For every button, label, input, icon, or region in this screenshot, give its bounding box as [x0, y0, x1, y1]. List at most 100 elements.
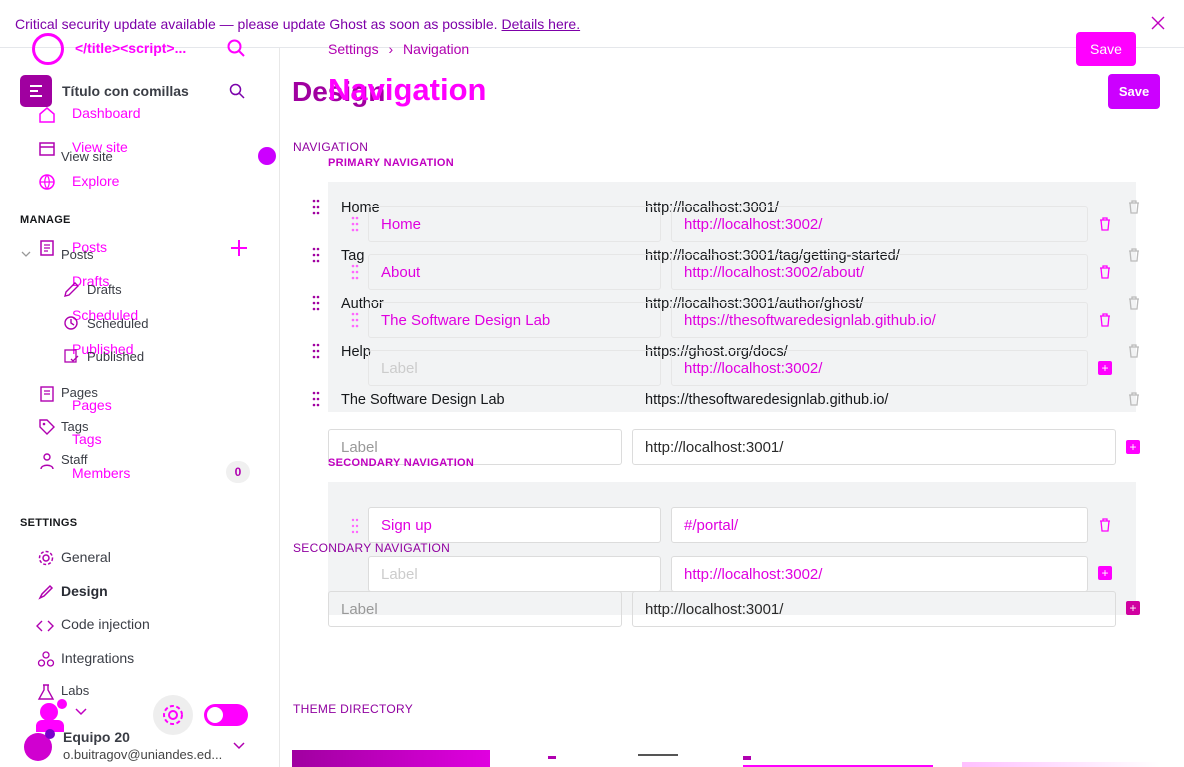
drag-handle-icon[interactable] — [351, 216, 359, 232]
trash-icon[interactable] — [1128, 296, 1140, 310]
secondary-item-label-input[interactable]: Sign up — [368, 507, 661, 543]
site-icon — [20, 75, 52, 107]
theme-thumbnail[interactable] — [292, 750, 490, 767]
theme-toggle[interactable] — [204, 704, 248, 726]
primary-item-label[interactable]: Tag — [341, 248, 364, 264]
trash-icon[interactable] — [1099, 313, 1111, 327]
drag-handle-icon[interactable] — [312, 295, 320, 311]
add-primary-item-button[interactable]: + — [1126, 440, 1140, 454]
close-icon[interactable] — [1151, 16, 1165, 30]
code-icon — [36, 617, 54, 635]
add-secondary-item-button[interactable]: + — [1126, 601, 1140, 615]
avatar-dot — [57, 699, 67, 709]
nav-posts[interactable]: Posts — [61, 247, 94, 262]
breadcrumb-separator: › — [388, 41, 394, 57]
theme-thumbnail[interactable] — [743, 750, 933, 767]
drag-handle-icon[interactable] — [312, 247, 320, 263]
drag-handle-icon[interactable] — [351, 312, 359, 328]
trash-icon[interactable] — [1128, 392, 1140, 406]
site-title[interactable]: Título con comillas — [62, 83, 189, 99]
secondary-new-url-input[interactable]: http://localhost:3001/ — [632, 591, 1116, 627]
drag-handle-icon[interactable] — [312, 199, 320, 215]
overlay-primary-label-input[interactable]: The Software Design Lab — [368, 302, 661, 338]
trash-icon[interactable] — [1128, 344, 1140, 358]
trash-icon[interactable] — [1128, 248, 1140, 262]
overlay-primary-url-input[interactable]: http://localhost:3002/about/ — [671, 254, 1088, 290]
trash-icon[interactable] — [1099, 265, 1111, 279]
theme-thumbnail[interactable] — [962, 750, 1160, 767]
trash-icon[interactable] — [1128, 200, 1140, 214]
search-icon[interactable] — [227, 39, 245, 57]
overlay-primary-url-input[interactable]: http://localhost:3002/ — [671, 206, 1088, 242]
avatar-status-dot — [45, 729, 55, 739]
tag-icon — [38, 418, 56, 436]
secondary-item-url-input[interactable]: #/portal/ — [671, 507, 1088, 543]
settings-heading: SETTINGS — [20, 517, 78, 529]
settings-gear-button[interactable] — [153, 695, 193, 735]
pencil-icon — [62, 281, 80, 299]
banner-details-link[interactable]: Details here. — [502, 16, 581, 32]
site-logo-ghost-icon — [32, 33, 64, 65]
settings-code-injection[interactable]: Code injection — [61, 616, 150, 632]
drag-handle-icon[interactable] — [312, 343, 320, 359]
new-post-plus-icon[interactable] — [230, 239, 248, 257]
theme-directory-heading: THEME DIRECTORY — [293, 702, 414, 716]
add-overlay-primary-item-button[interactable]: + — [1098, 361, 1112, 375]
primary-item-label[interactable]: Help — [341, 344, 371, 360]
theme-thumbnail[interactable] — [518, 750, 714, 767]
save-button-overlay[interactable]: Save — [1076, 32, 1136, 66]
overlay-primary-label-input[interactable]: About — [368, 254, 661, 290]
brush-icon — [37, 583, 55, 601]
view-site-icon — [38, 140, 56, 158]
drag-handle-icon[interactable] — [351, 264, 359, 280]
trash-icon[interactable] — [1099, 518, 1111, 532]
settings-labs[interactable]: Labs — [61, 683, 89, 698]
chevron-down-icon[interactable] — [232, 741, 246, 751]
drag-handle-icon[interactable] — [312, 391, 320, 407]
overlay-primary-new-url-input[interactable]: http://localhost:3002/ — [671, 350, 1088, 386]
nav-published[interactable]: Published — [87, 349, 144, 364]
breadcrumb: Settings › Navigation — [328, 41, 469, 57]
avatar-overlay — [40, 703, 58, 721]
settings-integrations[interactable]: Integrations — [61, 650, 134, 666]
overlay-primary-url-input[interactable]: https://thesoftwaredesignlab.github.io/ — [671, 302, 1088, 338]
site-title-overlay: </title><script>... — [75, 40, 187, 56]
nav-scheduled[interactable]: Scheduled — [87, 316, 148, 331]
chevron-down-icon[interactable] — [20, 249, 32, 259]
banner-message: Critical security update available — ple… — [15, 16, 580, 32]
add-secondary-item-button-overlay[interactable]: + — [1098, 566, 1112, 580]
overlay-primary-new-label-input[interactable]: Label — [368, 350, 661, 386]
nav-explore[interactable]: Explore — [72, 173, 119, 189]
nav-members[interactable]: Members — [72, 465, 130, 481]
primary-nav-heading: PRIMARY NAVIGATION — [328, 157, 454, 169]
trash-icon[interactable] — [1099, 217, 1111, 231]
settings-design[interactable]: Design — [61, 583, 108, 599]
chevron-down-icon[interactable] — [74, 707, 88, 717]
nav-pages-overlay[interactable]: Pages — [72, 397, 112, 413]
secondary-new-url-input-overlay[interactable]: http://localhost:3002/ — [671, 556, 1088, 592]
primary-item-url[interactable]: https://thesoftwaredesignlab.github.io/ — [645, 392, 888, 408]
primary-item-label[interactable]: The Software Design Lab — [341, 392, 505, 408]
user-email: o.buitragov@uniandes.ed... — [63, 747, 223, 762]
nav-tags-overlay[interactable]: Tags — [72, 431, 102, 447]
nav-view-site[interactable]: View site — [61, 149, 113, 164]
pages-icon — [38, 385, 56, 403]
manage-heading: MANAGE — [20, 214, 71, 226]
gear-icon — [37, 549, 55, 567]
primary-new-url-input[interactable]: http://localhost:3001/ — [632, 429, 1116, 465]
overlay-primary-label-input[interactable]: Home — [368, 206, 661, 242]
secondary-new-label-input-overlay[interactable]: Label — [368, 556, 661, 592]
nav-drafts[interactable]: Drafts — [87, 282, 122, 297]
save-button[interactable]: Save — [1108, 74, 1160, 109]
posts-icon — [38, 239, 56, 257]
nav-dashboard[interactable]: Dashboard — [72, 105, 141, 121]
staff-icon — [38, 452, 56, 470]
breadcrumb-settings[interactable]: Settings — [328, 41, 379, 57]
drag-handle-icon[interactable] — [351, 518, 359, 534]
user-name: Equipo 20 — [63, 729, 130, 745]
integrations-icon — [37, 650, 55, 668]
breadcrumb-navigation: Navigation — [403, 41, 470, 57]
secondary-new-label-input[interactable]: Label — [328, 591, 622, 627]
settings-general[interactable]: General — [61, 549, 111, 565]
search-icon-secondary[interactable] — [229, 83, 245, 99]
